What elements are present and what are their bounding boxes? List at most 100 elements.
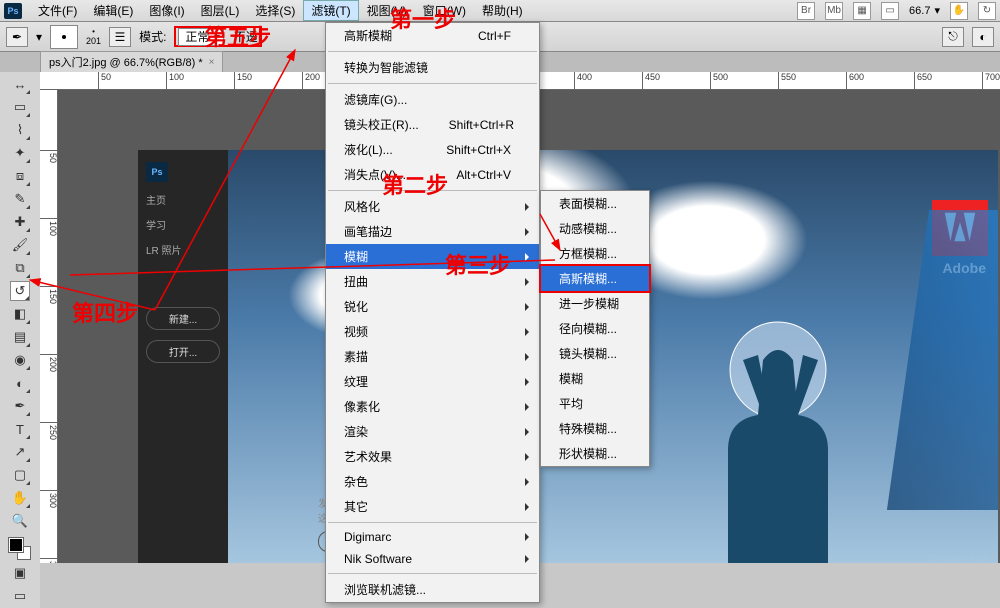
- quickmask-icon[interactable]: ▣: [10, 563, 30, 583]
- tool-marquee[interactable]: ▭: [10, 97, 30, 117]
- menu-image[interactable]: 图像(I): [141, 0, 192, 21]
- blur-item[interactable]: 形状模糊...: [541, 441, 649, 466]
- filter-item[interactable]: 画笔描边: [326, 219, 539, 244]
- tool-type[interactable]: T: [10, 419, 30, 439]
- filter-item[interactable]: Nik Software: [326, 548, 539, 570]
- filter-item[interactable]: 视频: [326, 319, 539, 344]
- filter-item[interactable]: Digimarc: [326, 526, 539, 548]
- submenu-arrow-icon: [525, 453, 533, 461]
- blur-item[interactable]: 特殊模糊...: [541, 416, 649, 441]
- submenu-arrow-icon: [525, 253, 533, 261]
- mode-select[interactable]: 正常: [178, 28, 224, 46]
- filter-item[interactable]: 像素化: [326, 394, 539, 419]
- rotate-icon[interactable]: ↻: [978, 2, 996, 20]
- hand-icon[interactable]: ✋: [950, 2, 968, 20]
- ruler-tick: 550: [778, 72, 796, 90]
- ruler-tick: 150: [40, 286, 58, 304]
- tool-hand[interactable]: ✋: [10, 488, 30, 508]
- bridge-icon[interactable]: Br: [797, 2, 815, 20]
- tool-preset-dropdown-icon[interactable]: ▾: [36, 30, 42, 44]
- filter-item[interactable]: 液化(L)...Shift+Ctrl+X: [326, 137, 539, 162]
- menu-layer[interactable]: 图层(L): [193, 0, 248, 21]
- menu-edit[interactable]: 编辑(E): [85, 0, 141, 21]
- tool-lasso[interactable]: ⌇: [10, 120, 30, 140]
- tool-gradient[interactable]: ▤: [10, 327, 30, 347]
- filter-item[interactable]: 素描: [326, 344, 539, 369]
- new-button[interactable]: 新建...: [146, 307, 220, 330]
- ruler-tick: 250: [40, 422, 58, 440]
- airbrush-icon[interactable]: ⎋: [942, 27, 964, 47]
- tool-pen[interactable]: ✒: [10, 396, 30, 416]
- blur-item[interactable]: 平均: [541, 391, 649, 416]
- filter-item[interactable]: 风格化: [326, 194, 539, 219]
- screenmode-icon[interactable]: ▭: [881, 2, 899, 20]
- menu-window[interactable]: 窗口(W): [415, 0, 474, 21]
- close-tab-icon[interactable]: ×: [209, 57, 215, 68]
- brush-preview[interactable]: [50, 25, 78, 49]
- filter-item[interactable]: 锐化: [326, 294, 539, 319]
- blur-item[interactable]: 方框模糊...: [541, 241, 649, 266]
- filter-item[interactable]: 渲染: [326, 419, 539, 444]
- zoom-level[interactable]: 66.7▾: [909, 4, 940, 17]
- color-swatch[interactable]: [9, 538, 31, 560]
- filter-item[interactable]: 纹理: [326, 369, 539, 394]
- tool-preset-icon[interactable]: ✒: [6, 27, 28, 47]
- menu-filter[interactable]: 滤镜(T): [303, 0, 358, 21]
- screenmode-tool-icon[interactable]: ▭: [10, 586, 30, 606]
- filter-item[interactable]: 模糊: [326, 244, 539, 269]
- filter-item[interactable]: 浏览联机滤镜...: [326, 577, 539, 602]
- tool-stamp[interactable]: ⧉: [10, 258, 30, 278]
- filter-item[interactable]: 艺术效果: [326, 444, 539, 469]
- tool-crop[interactable]: ⧈: [10, 166, 30, 186]
- filter-smart[interactable]: 转换为智能滤镜: [326, 55, 539, 80]
- menu-view[interactable]: 视图(V): [359, 0, 415, 21]
- filter-last[interactable]: 高斯模糊 Ctrl+F: [326, 23, 539, 48]
- filter-item[interactable]: 镜头校正(R)...Shift+Ctrl+R: [326, 112, 539, 137]
- tool-path[interactable]: ↗: [10, 442, 30, 462]
- filter-item[interactable]: 滤镜库(G)...: [326, 87, 539, 112]
- blur-item[interactable]: 模糊: [541, 366, 649, 391]
- blur-item[interactable]: 径向模糊...: [541, 316, 649, 341]
- blur-item[interactable]: 动感模糊...: [541, 216, 649, 241]
- tool-shape[interactable]: ▢: [10, 465, 30, 485]
- start-nav-lr[interactable]: LR 照片: [146, 242, 220, 257]
- tablet-pressure-icon[interactable]: ◐: [972, 27, 994, 47]
- minibridge-icon[interactable]: Mb: [825, 2, 843, 20]
- filter-item[interactable]: 消失点(V)...Alt+Ctrl+V: [326, 162, 539, 187]
- ruler-tick: 50: [40, 150, 58, 163]
- tool-eyedropper[interactable]: ✎: [10, 189, 30, 209]
- tool-wand[interactable]: ✦: [10, 143, 30, 163]
- blur-item[interactable]: 镜头模糊...: [541, 341, 649, 366]
- start-nav-learn[interactable]: 学习: [146, 217, 220, 232]
- tool-heal[interactable]: ✚: [10, 212, 30, 232]
- zoom-value: 66.7: [909, 5, 930, 17]
- menu-separator: [328, 522, 537, 523]
- menu-separator: [328, 573, 537, 574]
- brush-panel-icon[interactable]: ☰: [109, 27, 131, 47]
- open-button[interactable]: 打开...: [146, 340, 220, 363]
- tool-blur[interactable]: ◉: [10, 350, 30, 370]
- submenu-arrow-icon: [525, 353, 533, 361]
- tool-dodge[interactable]: ◐: [10, 373, 30, 393]
- tool-zoom[interactable]: 🔍: [10, 511, 30, 531]
- filter-item-label: 画笔描边: [344, 223, 392, 240]
- tool-history-brush[interactable]: ↺: [10, 281, 30, 301]
- menu-select[interactable]: 选择(S): [247, 0, 303, 21]
- filter-item[interactable]: 其它: [326, 494, 539, 519]
- blur-item[interactable]: 表面模糊...: [541, 191, 649, 216]
- filter-item[interactable]: 扭曲: [326, 269, 539, 294]
- person-illustration: [668, 310, 878, 563]
- start-nav-home[interactable]: 主页: [146, 192, 220, 207]
- tool-brush[interactable]: 🖌: [10, 235, 30, 255]
- menu-help[interactable]: 帮助(H): [474, 0, 531, 21]
- document-tab[interactable]: ps入门2.jpg @ 66.7%(RGB/8) * ×: [40, 51, 223, 72]
- filter-item[interactable]: 杂色: [326, 469, 539, 494]
- step5-highlight: 正常 不透: [174, 26, 261, 47]
- blur-item[interactable]: 进一步模糊: [541, 291, 649, 316]
- tool-move[interactable]: ↔: [10, 74, 30, 94]
- blur-item[interactable]: 高斯模糊...: [541, 266, 649, 291]
- grid-icon[interactable]: ▦: [853, 2, 871, 20]
- tool-eraser[interactable]: ◧: [10, 304, 30, 324]
- menu-file[interactable]: 文件(F): [30, 0, 85, 21]
- brush-size[interactable]: • 201: [86, 27, 101, 46]
